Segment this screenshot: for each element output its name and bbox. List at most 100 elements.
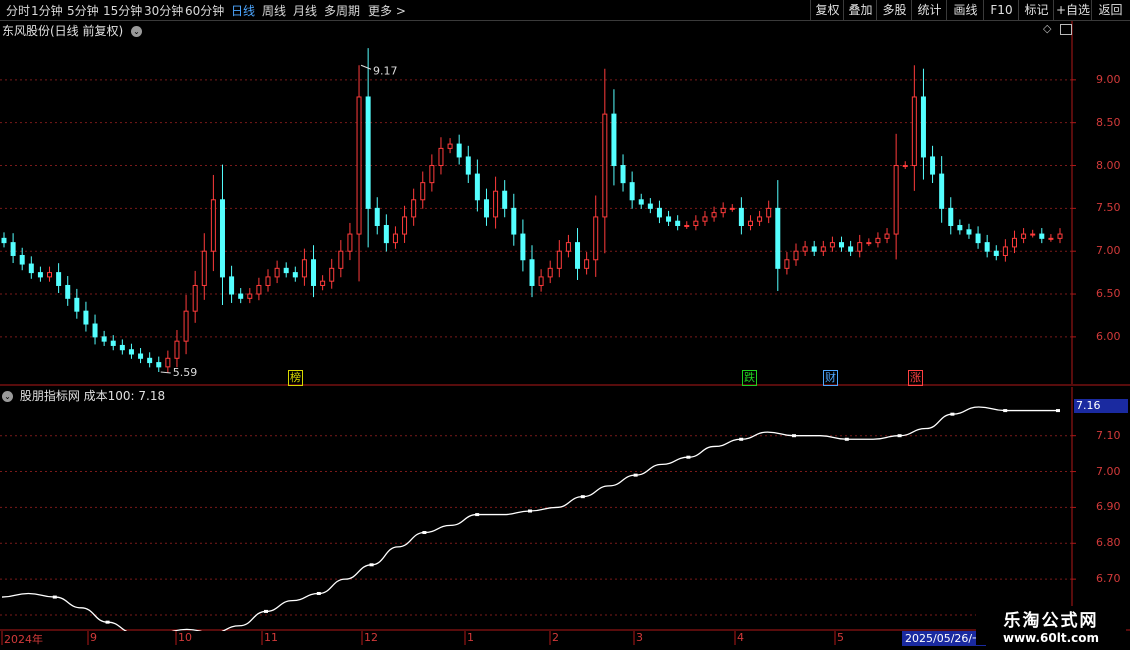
- candle-down: [939, 173, 945, 209]
- event-marker[interactable]: 跌: [742, 370, 757, 386]
- candle-up: [556, 250, 562, 269]
- high-price-label: 9.17: [373, 64, 398, 77]
- candle-down: [101, 336, 107, 342]
- candle-down: [656, 207, 662, 218]
- candle-up: [201, 250, 207, 286]
- candle-up: [711, 212, 717, 218]
- candle-down: [620, 165, 626, 184]
- draw-line-button[interactable]: 画线: [946, 0, 984, 20]
- period-toolbar: 分时 1分钟 5分钟 15分钟 30分钟 60分钟 日线 周线 月线 多周期 更…: [0, 0, 1130, 21]
- statistics-button[interactable]: 统计: [911, 0, 947, 20]
- back-button[interactable]: 返回: [1091, 0, 1129, 20]
- candle-down: [110, 340, 116, 346]
- add-watchlist-button[interactable]: +自选: [1053, 0, 1092, 20]
- multi-stock-button[interactable]: 多股: [876, 0, 912, 20]
- candle-up: [256, 284, 262, 295]
- cost-line-point: [580, 495, 585, 499]
- candle-up: [347, 233, 353, 252]
- candle-down: [92, 323, 98, 338]
- candle-down: [28, 263, 34, 274]
- candle-down: [147, 357, 153, 364]
- candle-down: [37, 272, 43, 278]
- cost-line-point: [528, 509, 532, 513]
- indicator-title-row: ⌄ 股朋指标网 成本100: 7.18: [2, 387, 165, 404]
- candle-up: [1021, 233, 1027, 239]
- period-tab-more[interactable]: 更多 >: [368, 2, 406, 19]
- cost-line-point: [475, 513, 480, 517]
- cost-line-point: [422, 531, 427, 535]
- candle-down: [19, 254, 25, 265]
- indicator-chart[interactable]: [0, 387, 1130, 631]
- candle-up: [210, 199, 216, 252]
- x-axis-label: 4: [737, 631, 744, 644]
- candle-up: [784, 259, 790, 269]
- cost-line-point: [950, 412, 955, 416]
- candle-up: [174, 340, 180, 359]
- indicator-y-tick: 6.80: [1096, 536, 1121, 550]
- period-tab-60min[interactable]: 60分钟: [185, 2, 224, 19]
- event-marker[interactable]: 涨: [908, 370, 923, 386]
- indicator-y-tick: 7.10: [1096, 428, 1121, 442]
- candle-up: [183, 310, 189, 342]
- cost-line: [1, 406, 1058, 631]
- indicator-y-tick: 7.00: [1096, 464, 1121, 478]
- kline-y-tick: 8.00: [1096, 158, 1121, 172]
- candle-down: [638, 199, 644, 205]
- candle-down: [374, 207, 380, 226]
- indicator-panel[interactable]: ⌄ 股朋指标网 成本100: 7.18 7.10 7.00 6.90 6.80 6.70…: [0, 387, 1130, 631]
- x-axis-label: 5: [837, 631, 844, 644]
- candle-up: [411, 199, 417, 218]
- mark-button[interactable]: 标记: [1018, 0, 1054, 20]
- candle-up: [893, 165, 899, 235]
- period-tab-fenshi[interactable]: 分时: [6, 2, 30, 19]
- candle-down: [1, 237, 7, 244]
- candle-down: [10, 242, 16, 256]
- chevron-down-icon[interactable]: ⌄: [131, 26, 143, 37]
- overlay-button[interactable]: 叠加: [843, 0, 877, 20]
- kline-panel[interactable]: 9.17 5.59 东风股份(日线 前复权) ⌄ ◇ 9.00 8.50 8.00 7.…: [0, 21, 1130, 386]
- candle-up: [693, 220, 699, 226]
- candle-up: [429, 165, 435, 184]
- candle-up: [247, 293, 253, 299]
- period-tab-1min[interactable]: 1分钟: [31, 2, 63, 19]
- candle-up: [820, 246, 826, 252]
- candle-up: [420, 182, 426, 201]
- candle-up: [356, 96, 362, 235]
- candle-down: [65, 284, 71, 299]
- candle-down: [502, 190, 508, 209]
- event-marker[interactable]: 财: [823, 370, 838, 386]
- period-tab-monthly[interactable]: 月线: [293, 2, 317, 19]
- candle-up: [802, 246, 808, 252]
- candle-up: [192, 284, 198, 312]
- restore-rights-button[interactable]: 复权: [810, 0, 844, 20]
- candle-up: [857, 242, 863, 252]
- chevron-down-icon[interactable]: ⌄: [2, 391, 13, 402]
- period-tab-5min[interactable]: 5分钟: [67, 2, 99, 19]
- period-tab-15min[interactable]: 15分钟: [103, 2, 142, 19]
- candle-down: [283, 267, 289, 274]
- period-tab-30min[interactable]: 30分钟: [144, 2, 183, 19]
- candle-down: [238, 293, 244, 299]
- f10-button[interactable]: F10: [983, 0, 1019, 20]
- candle-down: [775, 207, 781, 269]
- kline-y-tick: 7.00: [1096, 244, 1121, 258]
- candle-up: [884, 233, 890, 239]
- candle-down: [1039, 233, 1045, 239]
- event-marker[interactable]: 榜: [288, 370, 303, 386]
- kline-chart[interactable]: 9.17 5.59: [0, 21, 1130, 386]
- watermark: 乐淘公式网 www.60lt.com: [976, 606, 1126, 645]
- diamond-icon[interactable]: ◇: [1043, 22, 1051, 35]
- candle-up: [493, 190, 499, 218]
- candle-down: [839, 242, 845, 248]
- candle-down: [119, 344, 125, 351]
- period-tab-multi[interactable]: 多周期: [324, 2, 360, 19]
- period-tab-weekly[interactable]: 周线: [262, 2, 286, 19]
- indicator-y-tick: 6.90: [1096, 500, 1121, 514]
- cost-line-point: [897, 434, 902, 438]
- cost-line-point: [316, 591, 321, 595]
- cost-line-point: [105, 620, 110, 624]
- panel-toggle-icon[interactable]: [1060, 24, 1072, 35]
- candle-up: [602, 113, 608, 218]
- candle-up: [747, 220, 753, 226]
- period-tab-daily[interactable]: 日线: [231, 2, 255, 19]
